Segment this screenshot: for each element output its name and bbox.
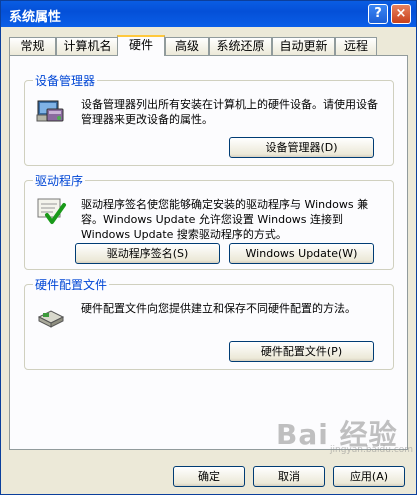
tab-hardware[interactable]: 硬件 — [117, 35, 165, 56]
hardware-profiles-button[interactable]: 硬件配置文件(P) — [229, 341, 374, 362]
hardware-profiles-description: 硬件配置文件向您提供建立和保存不同硬件配置的方法。 — [81, 302, 356, 315]
watermark-subtext: jingyan.baidu.com — [330, 445, 414, 455]
tab-general[interactable]: 常规 — [9, 37, 56, 55]
device-manager-description: 设备管理器列出所有安装在计算机上的硬件设备。请使用设备管理器来更改设备的属性。 — [81, 98, 378, 126]
hardware-tab-panel: 设备管理器 设备管理器列出所有安装在计算机上的硬件设备。请使用设备管理器来更改设… — [9, 55, 408, 450]
device-manager-icon — [36, 100, 64, 122]
drivers-group-title: 驱动程序 — [33, 172, 86, 189]
cancel-button[interactable]: 取消 — [253, 466, 325, 487]
tab-advanced[interactable]: 高级 — [165, 37, 209, 55]
title-bar[interactable]: 系统属性 ? × — [1, 1, 416, 27]
tab-computer-name[interactable]: 计算机名 — [56, 37, 119, 55]
driver-signing-icon — [37, 198, 66, 224]
tab-automatic-updates[interactable]: 自动更新 — [272, 37, 335, 55]
windows-update-button[interactable]: Windows Update(W) — [229, 243, 374, 264]
device-manager-button[interactable]: 设备管理器(D) — [229, 137, 374, 158]
device-manager-group: 设备管理器 设备管理器列出所有安装在计算机上的硬件设备。请使用设备管理器来更改设… — [24, 72, 394, 166]
baidu-watermark: Bai 经验 jingyan.baidu.com — [266, 409, 416, 455]
hardware-profiles-group-title: 硬件配置文件 — [33, 276, 110, 293]
tab-strip: 常规 计算机名 硬件 高级 系统还原 自动更新 远程 — [9, 35, 409, 56]
help-button[interactable]: ? — [368, 4, 388, 24]
window-title: 系统属性 — [9, 10, 62, 25]
tab-system-restore[interactable]: 系统还原 — [209, 37, 272, 55]
drivers-description: 驱动程序签名使您能够确定安装的驱动程序与 Windows 兼容。Windows … — [81, 198, 369, 241]
system-properties-window: 系统属性 ? × 常规 计算机名 硬件 高级 系统还原 自动更新 远程 设备管理… — [0, 0, 417, 495]
hardware-profiles-group: 硬件配置文件 硬件配置文件向您提供建立和保存不同硬件配置的方法。 硬件配置文件(… — [24, 276, 394, 370]
ok-button[interactable]: 确定 — [173, 466, 245, 487]
device-manager-group-title: 设备管理器 — [33, 72, 98, 89]
tab-remote[interactable]: 远程 — [335, 37, 377, 55]
driver-signing-button[interactable]: 驱动程序签名(S) — [75, 243, 220, 264]
drivers-group: 驱动程序 驱动程序签名使您能够确定安装的驱动程序与 Windows 兼容。Win… — [24, 172, 394, 270]
close-button[interactable]: × — [391, 4, 411, 24]
apply-button[interactable]: 应用(A) — [333, 466, 405, 487]
hardware-profiles-icon — [37, 310, 65, 328]
